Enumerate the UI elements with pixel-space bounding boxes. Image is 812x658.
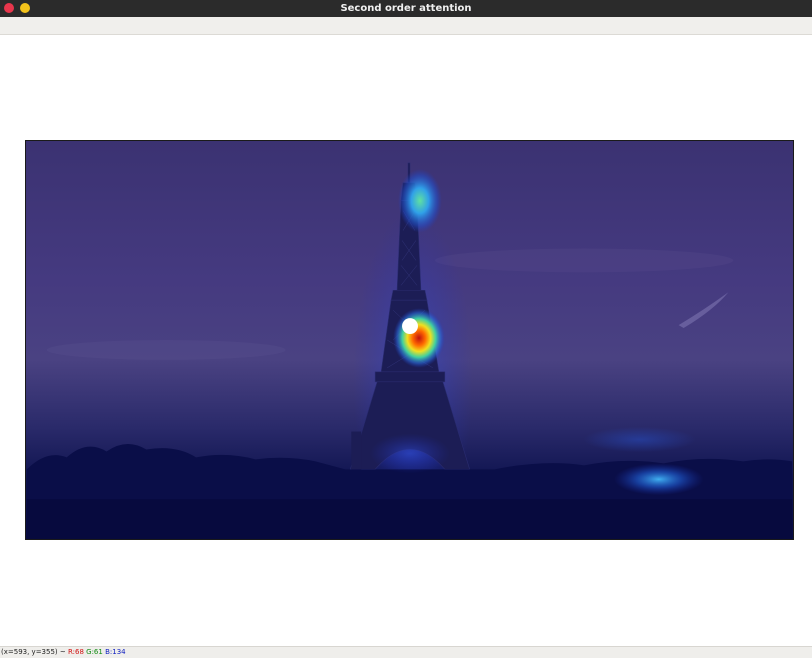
window-title: Second order attention <box>340 3 472 14</box>
status-bar: (x=593, y=355) ~ R:68 G:61 B:134 <box>0 646 812 658</box>
attention-point-marker <box>402 318 418 335</box>
pixel-blue-value: B:134 <box>105 648 126 656</box>
image-canvas[interactable] <box>25 140 794 540</box>
title-bar: Second order attention <box>0 0 812 17</box>
cursor-coordinates: (x=593, y=355) ~ <box>1 648 66 656</box>
eiffel-tower-scene <box>26 162 793 539</box>
app-window: Second order attention (x=593, y=355) ~ … <box>0 0 812 658</box>
pixel-red-value: R:68 <box>67 648 84 656</box>
toolbar <box>0 17 812 35</box>
pixel-green-value: G:61 <box>86 648 103 656</box>
